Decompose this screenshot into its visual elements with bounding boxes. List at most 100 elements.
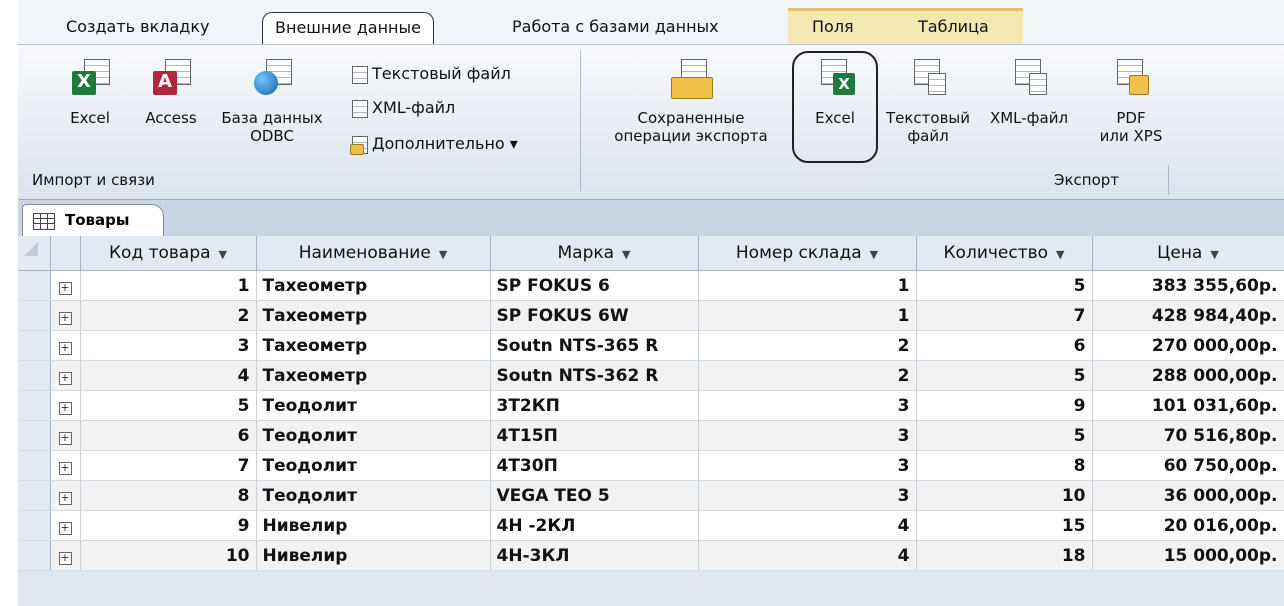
record-selector[interactable] [18, 390, 51, 421]
table-cell[interactable]: 3 [698, 420, 917, 451]
table-cell[interactable]: 8 [916, 450, 1093, 481]
table-row[interactable]: +6 Теодолит 4Т15П 3 5 70 516,80р. [18, 420, 1284, 451]
table-cell[interactable]: 2 [80, 300, 257, 331]
plus-icon[interactable]: + [58, 401, 72, 415]
column-header-quantity[interactable]: Количество ▼ [916, 236, 1093, 271]
table-cell[interactable]: 15 000,00р. [1092, 540, 1284, 571]
plus-icon[interactable]: + [58, 431, 72, 445]
table-cell[interactable]: SP FOKUS 6 [490, 270, 699, 301]
plus-icon[interactable]: + [58, 521, 72, 535]
table-cell[interactable]: 4Т15П [490, 420, 699, 451]
table-cell[interactable]: 10 [80, 540, 257, 571]
table-cell[interactable]: 5 [80, 390, 257, 421]
table-cell[interactable]: 5 [916, 270, 1093, 301]
tab-goods-table[interactable]: Товары [22, 204, 164, 237]
record-selector[interactable] [18, 300, 51, 331]
expand-row-button[interactable]: + [50, 330, 81, 361]
tab-external-data[interactable]: Внешние данные [262, 12, 434, 45]
table-cell[interactable]: 15 [916, 510, 1093, 541]
table-cell[interactable]: Soutn NTS-362 R [490, 360, 699, 391]
table-cell[interactable]: 1 [698, 270, 917, 301]
tab-create[interactable]: Создать вкладку [66, 12, 210, 44]
table-cell[interactable]: Тахеометр [256, 300, 491, 331]
table-cell[interactable]: 270 000,00р. [1092, 330, 1284, 361]
record-selector[interactable] [18, 450, 51, 481]
table-cell[interactable]: 3 [698, 390, 917, 421]
table-cell[interactable]: 4Т30П [490, 450, 699, 481]
import-xml-button[interactable]: XML-файл [350, 97, 455, 119]
table-cell[interactable]: 3 [698, 450, 917, 481]
chevron-down-icon[interactable]: ▼ [622, 248, 630, 261]
table-cell[interactable]: 4 [698, 510, 917, 541]
table-cell[interactable]: Теодолит [256, 420, 491, 451]
chevron-down-icon[interactable]: ▼ [870, 248, 878, 261]
record-selector[interactable] [18, 480, 51, 511]
table-cell[interactable]: 6 [916, 330, 1093, 361]
export-pdf-button[interactable]: PDF или XPS [1086, 59, 1176, 145]
table-cell[interactable]: 2 [698, 330, 917, 361]
table-row[interactable]: +10 Нивелир 4Н-3КЛ 4 18 15 000,00р. [18, 540, 1284, 571]
chevron-down-icon[interactable]: ▼ [219, 248, 227, 261]
record-selector[interactable] [18, 270, 51, 301]
column-header-brand[interactable]: Марка ▼ [490, 236, 699, 271]
table-cell[interactable]: SP FOKUS 6W [490, 300, 699, 331]
table-cell[interactable]: 428 984,40р. [1092, 300, 1284, 331]
table-cell[interactable]: 7 [916, 300, 1093, 331]
table-cell[interactable]: 6 [80, 420, 257, 451]
table-row[interactable]: +5 Теодолит 3Т2КП 3 9 101 031,60р. [18, 390, 1284, 421]
table-cell[interactable]: 1 [80, 270, 257, 301]
expand-row-button[interactable]: + [50, 300, 81, 331]
plus-icon[interactable]: + [58, 311, 72, 325]
plus-icon[interactable]: + [58, 461, 72, 475]
table-cell[interactable]: 1 [698, 300, 917, 331]
table-cell[interactable]: VEGA TEO 5 [490, 480, 699, 511]
plus-icon[interactable]: + [58, 491, 72, 505]
export-text-file-button[interactable]: Текстовый файл [880, 59, 976, 145]
select-all-corner[interactable] [18, 236, 51, 271]
table-cell[interactable]: Тахеометр [256, 360, 491, 391]
table-cell[interactable]: 9 [916, 390, 1093, 421]
table-cell[interactable]: 5 [916, 360, 1093, 391]
table-cell[interactable]: Тахеометр [256, 330, 491, 361]
import-access-button[interactable]: A Access [136, 59, 206, 127]
plus-icon[interactable]: + [58, 551, 72, 565]
record-selector[interactable] [18, 420, 51, 451]
import-odbc-button[interactable]: База данных ODBC [212, 59, 332, 145]
table-cell[interactable]: 70 516,80р. [1092, 420, 1284, 451]
table-cell[interactable]: 7 [80, 450, 257, 481]
tab-fields[interactable]: Поля [812, 12, 854, 44]
tab-table[interactable]: Таблица [918, 12, 989, 44]
table-row[interactable]: +2 Тахеометр SP FOKUS 6W 1 7 428 984,40р. [18, 300, 1284, 331]
table-row[interactable]: +4 Тахеометр Soutn NTS-362 R 2 5 288 000,00р. [18, 360, 1284, 391]
table-cell[interactable]: Теодолит [256, 480, 491, 511]
expand-row-button[interactable]: + [50, 480, 81, 511]
plus-icon[interactable]: + [58, 371, 72, 385]
table-row[interactable]: +8 Теодолит VEGA TEO 5 3 10 36 000,00р. [18, 480, 1284, 511]
table-row[interactable]: +9 Нивелир 4Н -2КЛ 4 15 20 016,00р. [18, 510, 1284, 541]
table-cell[interactable]: 3 [698, 480, 917, 511]
table-cell[interactable]: Теодолит [256, 450, 491, 481]
table-cell[interactable]: 5 [916, 420, 1093, 451]
table-row[interactable]: +1 Тахеометр SP FOKUS 6 1 5 383 355,60р. [18, 270, 1284, 301]
table-cell[interactable]: 4 [698, 540, 917, 571]
table-cell[interactable]: 383 355,60р. [1092, 270, 1284, 301]
table-cell[interactable]: Нивелир [256, 510, 491, 541]
expand-row-button[interactable]: + [50, 420, 81, 451]
expand-row-button[interactable]: + [50, 360, 81, 391]
chevron-down-icon[interactable]: ▼ [1210, 248, 1218, 261]
import-excel-button[interactable]: X Excel [60, 59, 120, 127]
record-selector[interactable] [18, 510, 51, 541]
column-header-price[interactable]: Цена ▼ [1092, 236, 1284, 271]
export-excel-button[interactable]: X Excel [792, 51, 878, 163]
table-cell[interactable]: 20 016,00р. [1092, 510, 1284, 541]
table-cell[interactable]: 4Н -2КЛ [490, 510, 699, 541]
table-row[interactable]: +3 Тахеометр Soutn NTS-365 R 2 6 270 000,00р. [18, 330, 1284, 361]
expand-row-button[interactable]: + [50, 540, 81, 571]
chevron-down-icon[interactable]: ▼ [439, 248, 447, 261]
record-selector[interactable] [18, 360, 51, 391]
table-cell[interactable]: Soutn NTS-365 R [490, 330, 699, 361]
plus-icon[interactable]: + [58, 281, 72, 295]
table-cell[interactable]: 288 000,00р. [1092, 360, 1284, 391]
column-header-name[interactable]: Наименование ▼ [256, 236, 491, 271]
import-text-file-button[interactable]: Текстовый файл [350, 63, 511, 85]
